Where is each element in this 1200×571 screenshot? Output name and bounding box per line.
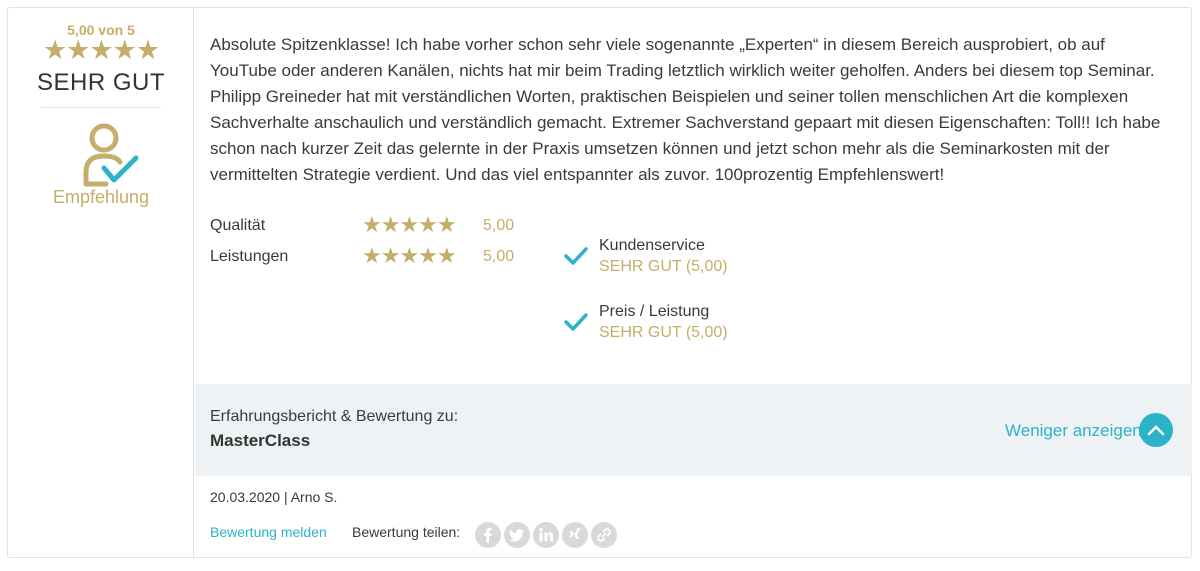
recommend-user-check-icon: [83, 123, 139, 187]
xing-icon: [569, 528, 581, 539]
product-bar: Erfahrungsbericht & Bewertung zu: Master…: [195, 384, 1192, 476]
rating-value: 5,00: [483, 248, 515, 265]
chevron-up-icon: [1147, 425, 1165, 436]
share-label: Bewertung teilen:: [352, 524, 461, 540]
overall-verdict: SEHR GUT: [36, 69, 165, 96]
linkedin-icon: [539, 528, 553, 542]
review-card: 5,00 von 5 ★★★★★ SEHR GUT Empfehlung Abs…: [7, 7, 1192, 558]
rating-stars: ★★★★★: [362, 212, 457, 237]
rating-value: 5,00: [483, 217, 515, 234]
show-less-link[interactable]: Weniger anzeigen: [1005, 421, 1142, 441]
twitter-share-button[interactable]: [504, 522, 530, 548]
service-value: SEHR GUT (5,00): [599, 324, 728, 341]
facebook-icon: [484, 527, 492, 543]
service-title: Kundenservice: [599, 237, 705, 254]
star-icon: ★: [66, 35, 90, 65]
product-name: MasterClass: [210, 431, 311, 450]
rating-summary-panel: 5,00 von 5 ★★★★★ SEHR GUT Empfehlung: [8, 8, 194, 557]
link-icon: [597, 528, 611, 542]
linkedin-share-button[interactable]: [533, 522, 559, 548]
rating-stars: ★★★★★: [362, 243, 457, 268]
divider: [41, 107, 161, 108]
check-icon: [564, 313, 588, 331]
service-title: Preis / Leistung: [599, 303, 710, 320]
review-text: Absolute Spitzenklasse! Ich habe vorher …: [210, 35, 1161, 184]
check-icon: [564, 247, 588, 265]
product-caption: Erfahrungsbericht & Bewertung zu:: [210, 408, 459, 425]
collapse-button[interactable]: [1139, 413, 1173, 447]
overall-stars: ★★★★★: [8, 36, 194, 64]
facebook-share-button[interactable]: [475, 522, 501, 548]
recommendation-label: Empfehlung: [52, 187, 150, 207]
review-date-author: 20.03.2020 | Arno S.: [210, 489, 338, 505]
report-review-link[interactable]: Bewertung melden: [210, 524, 327, 540]
xing-share-button[interactable]: [562, 522, 588, 548]
rating-label: Qualität: [210, 217, 266, 234]
star-icon: ★: [135, 35, 160, 65]
star-icon: ★: [112, 35, 137, 65]
rating-label: Leistungen: [210, 248, 289, 265]
service-value: SEHR GUT (5,00): [599, 258, 728, 275]
twitter-icon: [509, 529, 524, 542]
copy-link-button[interactable]: [591, 522, 617, 548]
star-icon: ★: [89, 35, 113, 65]
star-icon: ★: [42, 35, 67, 65]
